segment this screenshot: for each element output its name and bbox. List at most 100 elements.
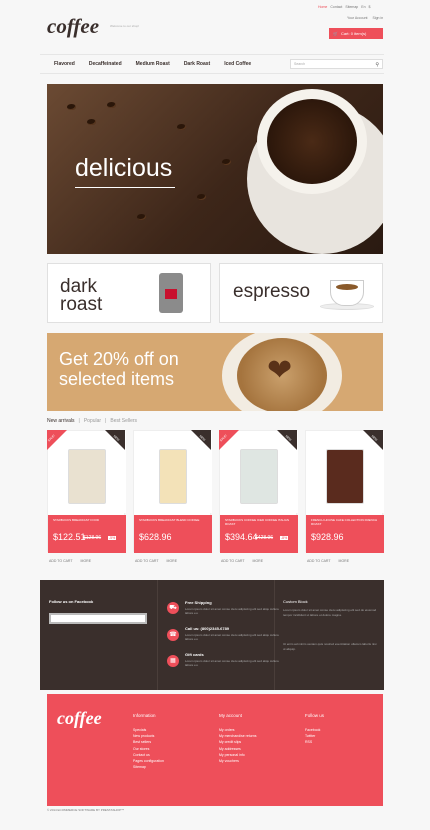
cart-label: Cart: 0 item(s) <box>340 31 367 36</box>
custom-block-text: Ut enim ad minim veniam quis nostrud exe… <box>283 642 377 651</box>
gift-text: Lorem ipsum dolor sit amet conse ctetu a… <box>185 659 279 667</box>
gift-card-icon: ▦ <box>167 655 179 667</box>
gift-title: Gift cards <box>185 652 204 657</box>
call-title: Call us: (800)2345-6789 <box>185 626 230 631</box>
top-link-home[interactable]: Home <box>318 5 327 9</box>
product-name[interactable]: STARBUCKS COFFEE ICED COFFEE ITALIAN ROA… <box>225 518 298 526</box>
copyright: © 2014 ECOMMERCE SOFTWARE BY PRESTASHOP™ <box>47 808 125 812</box>
hero-slider[interactable]: delicious <box>47 84 383 254</box>
product-price: $928.96 <box>311 532 344 542</box>
footer-information-links: Specials New products Best sellers Our s… <box>133 727 164 770</box>
more-link[interactable]: MORE <box>167 559 178 563</box>
footer-account-title: My account <box>219 713 243 718</box>
bean-decoration <box>67 104 76 110</box>
tab-new-arrivals[interactable]: New arrivals <box>47 418 75 424</box>
cart-icon: 🛒 <box>333 31 338 36</box>
banner-espresso-text: espresso <box>233 281 311 302</box>
bean-decoration <box>137 214 146 220</box>
coffee-can-image <box>159 273 183 313</box>
footer-follow-links: Facebook Twitter RSS <box>305 727 320 746</box>
footer-follow-title: Follow us <box>305 713 325 718</box>
product-info: FRENCH HOUSE CAFE COLLECTION FRENCH ROAS… <box>306 515 384 553</box>
search-input[interactable]: Search ⚲ <box>290 59 383 69</box>
truck-icon: ⛟ <box>167 602 179 614</box>
footer-link[interactable]: My vouchers <box>219 758 257 764</box>
custom-block-title: Custom Block <box>283 599 308 604</box>
product-box-image <box>68 449 106 504</box>
tab-separator: | <box>105 418 107 424</box>
banner-dark-roast-text: dark roast <box>60 276 103 315</box>
add-to-cart-link[interactable]: ADD TO CART <box>307 559 331 563</box>
more-link[interactable]: MORE <box>253 559 264 563</box>
tab-best-sellers[interactable]: Best Sellers <box>110 418 137 424</box>
footer-account-links: My orders My merchandise returns My cred… <box>219 727 257 764</box>
banner-espresso[interactable]: espresso <box>219 263 383 323</box>
footer: coffee Information Specials New products… <box>47 694 383 806</box>
espresso-cup-image <box>330 280 364 306</box>
product-actions: ADD TO CART MORE <box>49 559 91 563</box>
hero-divider <box>75 187 175 188</box>
footer-logo[interactable]: coffee <box>57 708 102 729</box>
product-old-price: $128.96 <box>83 535 102 541</box>
tab-separator: | <box>78 418 80 424</box>
cart-button[interactable]: 🛒 Cart: 0 item(s) <box>329 28 383 39</box>
top-links: Home Contact Sitemap En $ <box>318 5 370 9</box>
footer-information-title: Information <box>133 713 156 718</box>
phone-icon: ☎ <box>167 629 179 641</box>
shipping-text: Lorem ipsum dolor sit amet conse ctetu a… <box>185 607 279 615</box>
promo-text: Get 20% off on selected items <box>59 349 179 389</box>
product-info: STARBUCKS BREAKFAST BLEND COFFEE $628.96 <box>134 515 212 553</box>
bean-decoration <box>222 159 231 165</box>
product-name[interactable]: FRENCH HOUSE CAFE COLLECTION FRENCH ROAS… <box>311 518 384 526</box>
more-link[interactable]: MORE <box>339 559 350 563</box>
nav-item-dark-roast[interactable]: Dark Roast <box>184 61 210 67</box>
your-account-link[interactable]: Your Account <box>347 16 368 20</box>
currency-select[interactable]: $ <box>369 5 371 9</box>
search-placeholder: Search <box>294 62 306 66</box>
product-actions: ADD TO CART MORE <box>221 559 263 563</box>
facebook-widget[interactable] <box>49 613 147 624</box>
top-link-contact[interactable]: Contact <box>330 5 342 9</box>
footer-link[interactable]: Sitemap <box>133 764 164 770</box>
product-price: $628.96 <box>139 532 172 542</box>
bean-decoration <box>197 194 206 200</box>
language-select[interactable]: En <box>361 5 365 9</box>
add-to-cart-link[interactable]: ADD TO CART <box>135 559 159 563</box>
logo[interactable]: coffee <box>47 14 99 39</box>
product-name[interactable]: STARBUCKS BREAKFAST BLEND COFFEE <box>139 518 199 522</box>
discount-badge: -5% <box>108 536 117 540</box>
bean-decoration <box>87 119 96 125</box>
nav-item-iced-coffee[interactable]: Iced Coffee <box>224 61 251 67</box>
coffee-image <box>267 99 357 184</box>
search-icon[interactable]: ⚲ <box>375 61 379 69</box>
product-old-price: $428.96 <box>255 535 274 541</box>
heart-icon: ❤ <box>267 354 293 387</box>
banner-dark-roast[interactable]: dark roast <box>47 263 211 323</box>
rss-link[interactable]: RSS <box>305 739 320 745</box>
page: coffee Welcome to our shop! Home Contact… <box>0 0 430 830</box>
top-link-sitemap[interactable]: Sitemap <box>345 5 358 9</box>
product-name[interactable]: STARBUCKS BREAKFAST FOOD <box>53 518 99 522</box>
call-text: Lorem ipsum dolor sit amet conse ctetu a… <box>185 633 279 641</box>
tab-popular[interactable]: Popular <box>84 418 101 424</box>
nav-item-decaffeinated[interactable]: Decaffeinated <box>89 61 122 67</box>
add-to-cart-link[interactable]: ADD TO CART <box>49 559 73 563</box>
add-to-cart-link[interactable]: ADD TO CART <box>221 559 245 563</box>
info-section: Follow us on Facebook ⛟ Free Shipping Lo… <box>40 580 384 690</box>
nav-item-medium-roast[interactable]: Medium Roast <box>136 61 170 67</box>
bean-decoration <box>177 124 186 130</box>
nav-item-flavored[interactable]: Flavored <box>54 61 75 67</box>
product-tabs: New arrivals | Popular | Best Sellers <box>47 418 137 424</box>
product-info: STARBUCKS COFFEE ICED COFFEE ITALIAN ROA… <box>220 515 298 553</box>
facebook-column <box>40 580 158 690</box>
product-box-image <box>240 449 278 504</box>
product-actions: ADD TO CART MORE <box>135 559 177 563</box>
promo-banner[interactable]: ❤ Get 20% off on selected items <box>47 333 383 411</box>
sign-in-link[interactable]: Sign in <box>373 16 384 20</box>
product-box-image <box>326 449 364 504</box>
shipping-title: Free Shipping <box>185 600 212 605</box>
product-price: $122.51 <box>53 532 86 542</box>
more-link[interactable]: MORE <box>81 559 92 563</box>
product-info: STARBUCKS BREAKFAST FOOD $122.51 $128.96… <box>48 515 126 553</box>
hero-title: delicious <box>75 154 173 182</box>
